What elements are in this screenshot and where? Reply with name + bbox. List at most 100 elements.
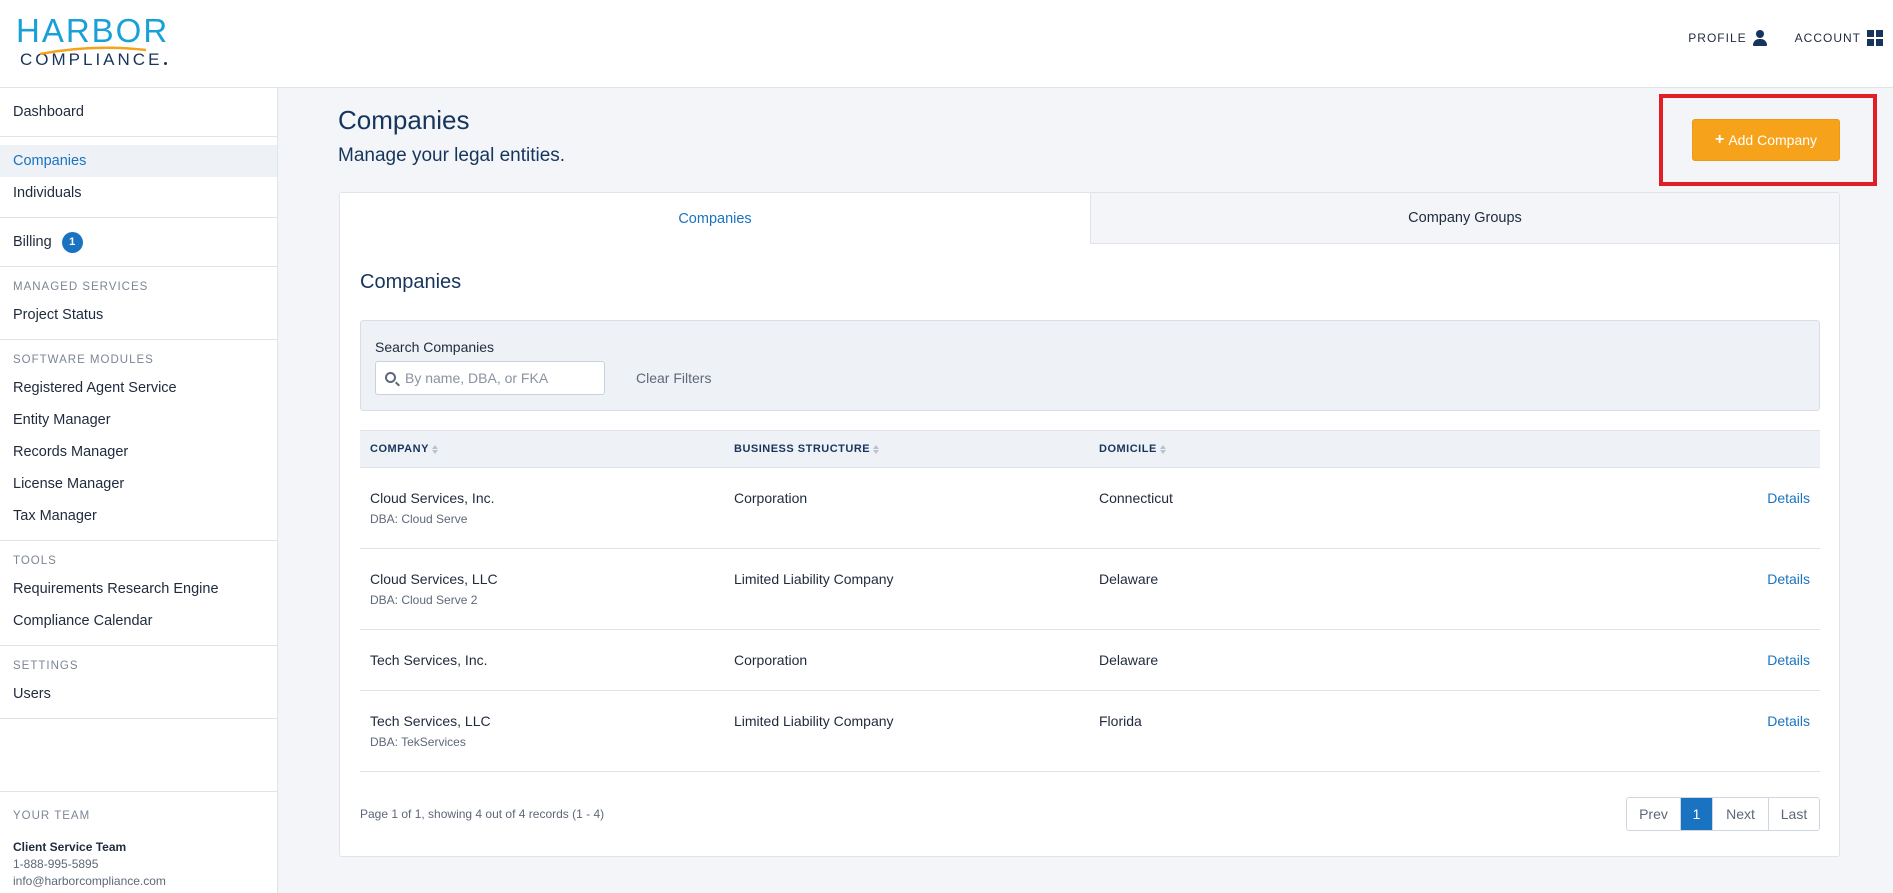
details-link[interactable]: Details — [1767, 713, 1810, 729]
page-1-button[interactable]: 1 — [1680, 798, 1712, 830]
sidebar-item-label: Users — [13, 686, 51, 702]
sidebar-group-settings: SETTINGS Users — [0, 646, 277, 719]
your-team-panel: YOUR TEAM Client Service Team 1-888-995-… — [0, 791, 277, 890]
sidebar-item-label: Dashboard — [13, 104, 84, 120]
domicile: Connecticut — [1099, 490, 1173, 506]
sidebar-group-dashboard: Dashboard — [0, 88, 277, 137]
domicile: Delaware — [1099, 652, 1159, 668]
sidebar-group-software-modules: SOFTWARE MODULES Registered Agent Servic… — [0, 340, 277, 541]
grid-icon — [1867, 30, 1883, 46]
filter-panel: Search Companies Clear Filters — [360, 320, 1820, 411]
prev-page-button[interactable]: Prev — [1627, 798, 1680, 830]
logo-dot — [164, 62, 168, 65]
add-company-label: Add Company — [1728, 132, 1818, 148]
team-heading: YOUR TEAM — [13, 810, 91, 822]
company-dba: DBA: Cloud Serve — [370, 512, 468, 526]
sidebar: Dashboard Companies Individuals Billing … — [0, 88, 278, 893]
sidebar-heading-settings: SETTINGS — [13, 660, 79, 672]
tab-companies[interactable]: Companies — [340, 193, 1090, 244]
section-title: Companies — [360, 271, 462, 293]
sidebar-item-project-status[interactable]: Project Status — [0, 299, 277, 331]
tab-company-groups[interactable]: Company Groups — [1090, 193, 1839, 244]
account-label: ACCOUNT — [1794, 31, 1861, 45]
company-dba: DBA: TekServices — [370, 735, 466, 749]
sidebar-item-entity-manager[interactable]: Entity Manager — [0, 404, 277, 436]
last-page-button[interactable]: Last — [1768, 798, 1819, 830]
table-row: Cloud Services, Inc. DBA: Cloud Serve Co… — [360, 468, 1820, 549]
sidebar-item-dashboard[interactable]: Dashboard — [0, 96, 277, 128]
table-row: Tech Services, LLC DBA: TekServices Limi… — [360, 691, 1820, 772]
sidebar-group-entities: Companies Individuals — [0, 137, 277, 218]
sidebar-item-label: Compliance Calendar — [13, 613, 153, 629]
account-menu[interactable]: ACCOUNT — [1795, 30, 1883, 46]
sort-icon — [431, 444, 438, 454]
sidebar-item-label: Records Manager — [13, 444, 129, 460]
column-header-business-structure[interactable]: BUSINESS STRUCTURE — [734, 443, 880, 455]
harbor-compliance-logo[interactable]: HARBOR COMPLIANCE — [16, 14, 176, 70]
page-title: Companies — [338, 105, 470, 135]
table-row: Cloud Services, LLC DBA: Cloud Serve 2 L… — [360, 549, 1820, 630]
details-link[interactable]: Details — [1767, 652, 1810, 668]
tab-label: Companies — [678, 210, 752, 227]
column-label: BUSINESS STRUCTURE — [734, 443, 871, 455]
column-label: DOMICILE — [1099, 443, 1157, 455]
search-input[interactable] — [405, 362, 600, 394]
add-company-button[interactable]: + Add Company — [1692, 119, 1840, 161]
page-subtitle: Manage your legal entities. — [338, 145, 566, 166]
team-name: Client Service Team — [13, 840, 127, 854]
domicile: Delaware — [1099, 571, 1159, 587]
billing-count-badge: 1 — [61, 231, 83, 253]
sidebar-item-records-manager[interactable]: Records Manager — [0, 436, 277, 468]
sidebar-group-managed-services: MANAGED SERVICES Project Status — [0, 267, 277, 340]
company-name: Tech Services, Inc. — [370, 652, 488, 668]
profile-menu[interactable]: PROFILE — [1688, 30, 1767, 46]
sidebar-item-label: Requirements Research Engine — [13, 581, 219, 597]
paging-summary: Page 1 of 1, showing 4 out of 4 records … — [360, 807, 605, 821]
column-header-domicile[interactable]: DOMICILE — [1099, 443, 1166, 455]
next-page-button[interactable]: Next — [1712, 798, 1768, 830]
sidebar-item-billing[interactable]: Billing 1 — [0, 226, 277, 258]
tab-label: Company Groups — [1408, 210, 1522, 226]
plus-icon: + — [1714, 131, 1725, 148]
business-structure: Limited Liability Company — [734, 713, 894, 729]
top-header: HARBOR COMPLIANCE PROFILE ACCOUNT — [0, 0, 1893, 88]
details-link[interactable]: Details — [1767, 490, 1810, 506]
search-label: Search Companies — [375, 339, 495, 355]
search-icon — [385, 372, 396, 383]
sidebar-item-individuals[interactable]: Individuals — [0, 177, 277, 209]
sort-icon — [1159, 444, 1166, 454]
top-nav: PROFILE ACCOUNT — [1688, 30, 1883, 46]
column-header-company[interactable]: COMPANY — [370, 443, 438, 455]
details-link[interactable]: Details — [1767, 571, 1810, 587]
sidebar-item-users[interactable]: Users — [0, 678, 277, 710]
table-header: COMPANY BUSINESS STRUCTURE DOMICILE — [360, 430, 1820, 468]
tab-bar: Companies Company Groups — [340, 193, 1839, 244]
sidebar-item-license-manager[interactable]: License Manager — [0, 468, 277, 500]
business-structure: Corporation — [734, 652, 808, 668]
domicile: Florida — [1099, 713, 1142, 729]
sidebar-item-companies[interactable]: Companies — [0, 145, 277, 177]
pagination: Prev 1 Next Last — [1626, 797, 1820, 831]
team-email[interactable]: info@harborcompliance.com — [13, 873, 264, 890]
sort-icon — [873, 444, 880, 454]
sidebar-item-requirements-engine[interactable]: Requirements Research Engine — [0, 573, 277, 605]
column-label: COMPANY — [370, 443, 429, 455]
companies-card: Companies Company Groups Companies Searc… — [339, 192, 1840, 857]
team-phone[interactable]: 1-888-995-5895 — [13, 856, 264, 873]
sidebar-item-label: Entity Manager — [13, 412, 111, 428]
sidebar-heading-software-modules: SOFTWARE MODULES — [13, 354, 154, 366]
logo-wordmark-top: HARBOR — [16, 12, 170, 49]
sidebar-heading-tools: TOOLS — [13, 555, 57, 567]
sidebar-group-tools: TOOLS Requirements Research Engine Compl… — [0, 541, 277, 646]
sidebar-item-tax-manager[interactable]: Tax Manager — [0, 500, 277, 532]
sidebar-group-billing: Billing 1 — [0, 218, 277, 267]
sidebar-item-label: Tax Manager — [13, 508, 97, 524]
sidebar-item-compliance-calendar[interactable]: Compliance Calendar — [0, 605, 277, 637]
sidebar-item-label: Billing — [13, 234, 52, 250]
table-row: Tech Services, Inc. Corporation Delaware… — [360, 630, 1820, 691]
sidebar-item-registered-agent[interactable]: Registered Agent Service — [0, 372, 277, 404]
companies-table: COMPANY BUSINESS STRUCTURE DOMICILE Clou… — [360, 430, 1820, 772]
company-dba: DBA: Cloud Serve 2 — [370, 593, 478, 607]
clear-filters-link[interactable]: Clear Filters — [636, 370, 711, 386]
business-structure: Limited Liability Company — [734, 571, 894, 587]
